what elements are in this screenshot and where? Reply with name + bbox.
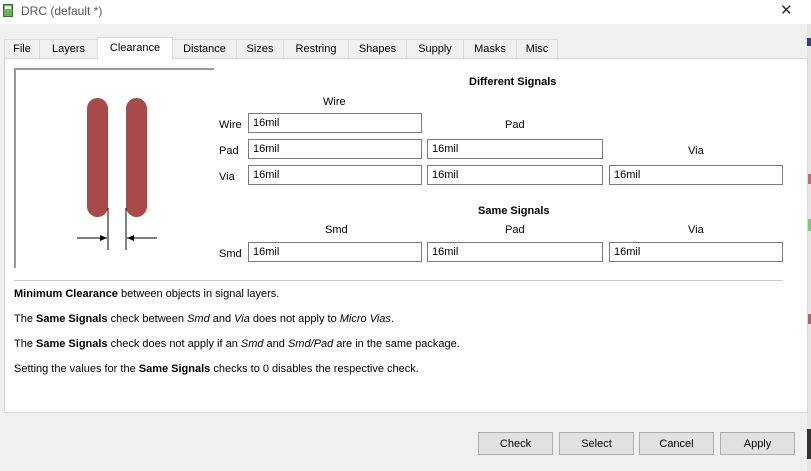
arrow-head [127, 235, 134, 241]
wire-shape [87, 98, 108, 217]
clearance-illustration [14, 68, 214, 268]
row-label-via: Via [219, 171, 235, 183]
pad-pad-field[interactable]: 16mil [427, 139, 603, 159]
smd-pad-field[interactable]: 16mil [427, 242, 603, 262]
row-label-smd: Smd [219, 248, 242, 260]
close-icon[interactable]: ✕ [780, 1, 793, 19]
tab-file[interactable]: File [4, 39, 40, 59]
tab-layers[interactable]: Layers [39, 39, 98, 59]
wire-shape [126, 98, 147, 217]
via-pad-field[interactable]: 16mil [427, 165, 603, 185]
col-header-via: Via [688, 145, 704, 157]
description-line-4: Setting the values for the Same Signals … [14, 363, 419, 375]
description-line-2: The Same Signals check between Smd and V… [14, 313, 394, 325]
via-via-field[interactable]: 16mil [609, 165, 783, 185]
row-label-pad: Pad [219, 145, 239, 157]
smd-smd-field[interactable]: 16mil [248, 242, 422, 262]
check-button[interactable]: Check [478, 432, 553, 455]
arrow-head [100, 235, 107, 241]
tab-restring[interactable]: Restring [283, 39, 349, 59]
different-signals-heading: Different Signals [469, 76, 557, 88]
col-header-smd: Smd [325, 224, 348, 236]
title-bar: DRC (default *) ✕ [0, 0, 811, 24]
tab-clearance[interactable]: Clearance [97, 37, 173, 60]
wire-wire-field[interactable]: 16mil [248, 113, 422, 133]
col-header-pad: Pad [505, 224, 525, 236]
separator [14, 280, 783, 281]
col-header-via: Via [688, 224, 704, 236]
cancel-button[interactable]: Cancel [639, 432, 714, 455]
tab-shapes[interactable]: Shapes [348, 39, 407, 59]
tab-distance[interactable]: Distance [172, 39, 237, 59]
wire-clearance-diagram [77, 98, 157, 250]
description-line-1: Minimum Clearance between objects in sig… [14, 288, 280, 300]
window-title: DRC (default *) [21, 4, 103, 18]
via-wire-field[interactable]: 16mil [248, 165, 422, 185]
tab-sizes[interactable]: Sizes [236, 39, 284, 59]
apply-button[interactable]: Apply [720, 432, 795, 455]
tab-supply[interactable]: Supply [406, 39, 464, 59]
app-icon [3, 4, 13, 17]
tab-masks[interactable]: Masks [463, 39, 517, 59]
smd-via-field[interactable]: 16mil [609, 242, 783, 262]
row-label-wire: Wire [219, 119, 242, 131]
col-header-pad: Pad [505, 119, 525, 131]
same-signals-heading: Same Signals [478, 205, 550, 217]
tab-misc[interactable]: Misc [516, 39, 558, 59]
col-header-wire: Wire [323, 96, 346, 108]
select-button[interactable]: Select [559, 432, 634, 455]
description-line-3: The Same Signals check does not apply if… [14, 338, 460, 350]
pad-wire-field[interactable]: 16mil [248, 139, 422, 159]
